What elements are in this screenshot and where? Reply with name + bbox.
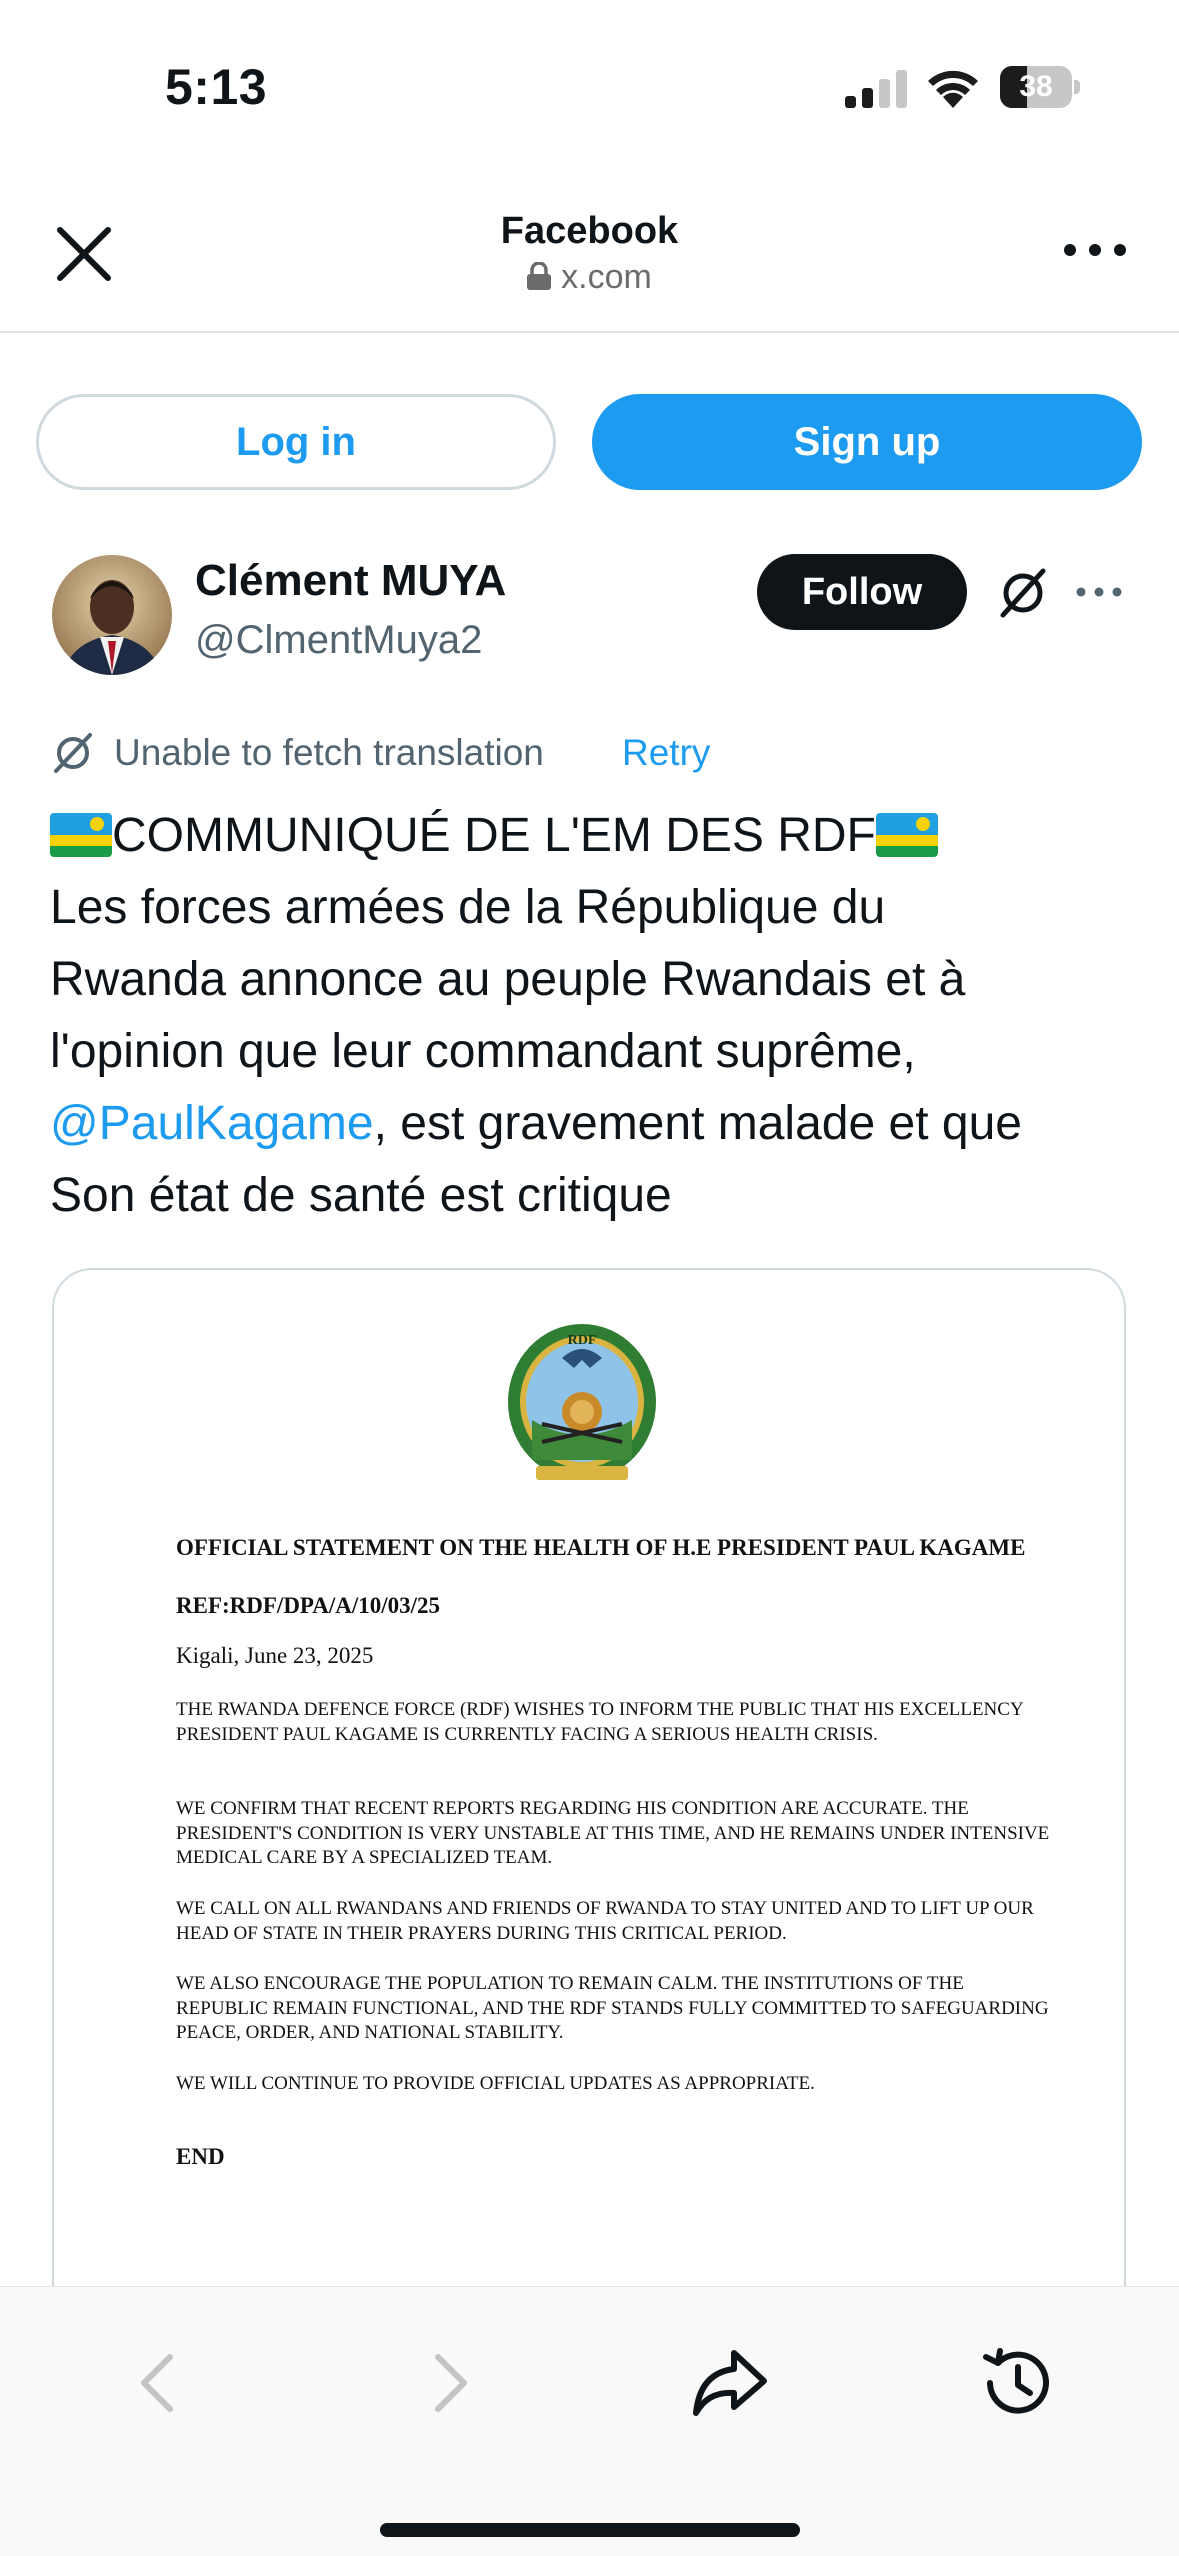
more-horizontal-icon[interactable] (1060, 230, 1130, 270)
url-text: x.com (561, 258, 652, 296)
browser-toolbar (0, 2286, 1179, 2556)
url-display[interactable]: x.com (0, 258, 1179, 297)
history-icon[interactable] (976, 2343, 1056, 2423)
document-paragraph-4: WE ALSO ENCOURAGE THE POPULATION TO REMA… (176, 1973, 1049, 2043)
wifi-icon (928, 70, 978, 108)
battery-percentage: 38 (1019, 70, 1053, 103)
tweet-line-3: Rwanda annonce au peuple Rwandais et à (50, 953, 966, 1006)
tweet-line-6: Son état de santé est critique (50, 1169, 672, 1222)
home-indicator[interactable] (380, 2523, 800, 2537)
tweet-headline: COMMUNIQUÉ DE L'EM DES RDF (112, 809, 876, 862)
tweet-line-2: Les forces armées de la République du (50, 881, 886, 934)
rdf-emblem: RDF (508, 1324, 656, 1480)
handle[interactable]: @ClmentMuya2 (195, 618, 482, 663)
document-paragraph-3: WE CALL ON ALL RWANDANS AND FRIENDS OF R… (176, 1898, 1034, 1944)
document-end: END (176, 2144, 225, 2169)
tweet-text: COMMUNIQUÉ DE L'EM DES RDF Les forces ar… (50, 800, 1140, 1232)
document-ref: REF:RDF/DPA/A/10/03/25 (176, 1593, 441, 1618)
translate-off-icon[interactable] (995, 565, 1051, 621)
signup-button[interactable]: Sign up (592, 394, 1142, 490)
tweet-line-1: COMMUNIQUÉ DE L'EM DES RDF (50, 800, 1140, 872)
tweet-line-5-rest: , est gravement malade et que (373, 1097, 1022, 1150)
battery-icon: 38 (1000, 66, 1080, 108)
status-bar: 5:13 38 (0, 0, 1179, 170)
retry-link[interactable]: Retry (622, 732, 710, 774)
page-title: Facebook (500, 210, 679, 252)
browser-header: Facebook x.com (0, 170, 1179, 333)
tweet-more-icon[interactable] (1075, 580, 1123, 604)
document-paragraph-1: THE RWANDA DEFENCE FORCE (RDF) WISHES TO… (176, 1699, 1023, 1745)
rwanda-flag-icon (50, 813, 112, 857)
battery-cap (1074, 80, 1080, 94)
status-time: 5:13 (165, 59, 268, 115)
translation-status: Unable to fetch translation Retry (50, 726, 950, 778)
cellular-signal-icon (845, 70, 907, 108)
avatar[interactable] (52, 555, 172, 675)
tweet-line-5: @PaulKagame, est gravement malade et que (50, 1088, 1140, 1160)
chevron-left-icon[interactable] (120, 2343, 200, 2423)
media-card[interactable]: RDF OFFICIAL STATEMENT ON THE HEALTH OF … (52, 1268, 1126, 2288)
avatar-image (52, 555, 172, 675)
display-name[interactable]: Clément MUYA (195, 556, 506, 606)
document-title: OFFICIAL STATEMENT ON THE HEALTH OF H.E … (176, 1535, 1026, 1560)
chevron-right-icon[interactable] (408, 2343, 488, 2423)
tweet-line-4: l'opinion que leur commandant suprême, (50, 1025, 916, 1078)
translation-message: Unable to fetch translation (114, 732, 544, 773)
battery-body: 38 (1000, 66, 1072, 108)
document-paragraph-2: WE CONFIRM THAT RECENT REPORTS REGARDING… (176, 1798, 1050, 1868)
statement-document: RDF OFFICIAL STATEMENT ON THE HEALTH OF … (54, 1270, 1124, 2288)
mention-link[interactable]: @PaulKagame (50, 1097, 374, 1150)
rwanda-flag-icon (875, 813, 938, 857)
document-date: Kigali, June 23, 2025 (176, 1643, 374, 1668)
lock-icon (527, 262, 552, 290)
login-button[interactable]: Log in (36, 394, 556, 490)
follow-button[interactable]: Follow (757, 554, 967, 630)
document-paragraph-5: WE WILL CONTINUE TO PROVIDE OFFICIAL UPD… (176, 2073, 815, 2094)
translate-off-icon (54, 733, 92, 773)
share-icon[interactable] (690, 2343, 770, 2423)
emblem-text: RDF (568, 1333, 597, 1348)
